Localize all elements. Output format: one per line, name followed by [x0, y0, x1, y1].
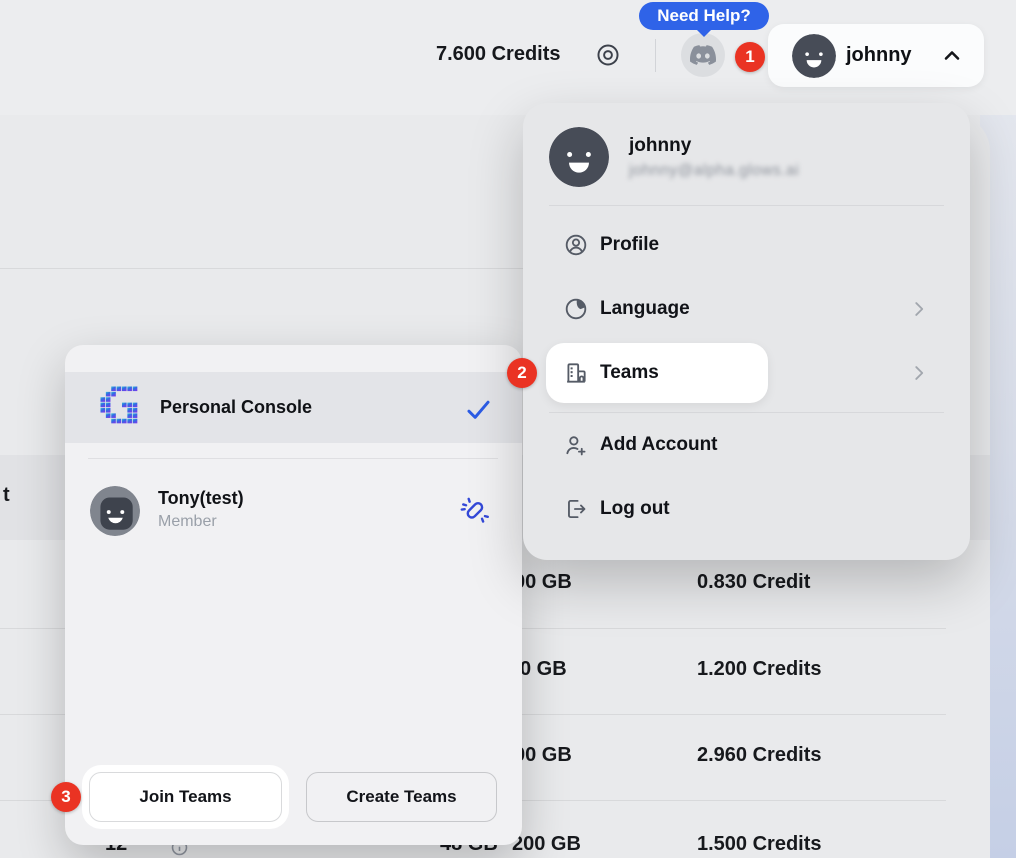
menu-item-label: Profile	[600, 234, 659, 256]
user-plus-icon	[563, 432, 589, 458]
table-cell-price: 0.830 Credit	[697, 571, 810, 594]
unlink-icon[interactable]	[459, 495, 489, 525]
discord-icon	[690, 42, 716, 68]
table-cell-storage: 00 GB	[514, 744, 572, 767]
credits-balance: 7.600 Credits	[436, 43, 561, 66]
chevron-right-icon	[908, 362, 930, 384]
menu-item-add-account[interactable]: Add Account	[523, 413, 970, 477]
menu-item-logout[interactable]: Log out	[523, 477, 970, 541]
table-cell-price: 1.200 Credits	[697, 658, 822, 681]
user-dropdown-menu: johnny johnny@alpha.glows.ai Profile Lan…	[523, 103, 970, 560]
menu-item-label: Add Account	[600, 434, 718, 456]
table-cell-storage: 200 GB	[512, 833, 581, 856]
discord-notification-badge: 1	[735, 42, 765, 72]
user-avatar	[792, 34, 836, 78]
chevron-up-icon	[940, 44, 964, 68]
glows-logo-icon	[100, 386, 143, 429]
teams-building-icon	[563, 360, 589, 386]
table-cell-price: 1.500 Credits	[697, 833, 822, 856]
menu-item-label: Language	[600, 298, 690, 320]
chevron-right-icon	[908, 298, 930, 320]
menu-item-profile[interactable]: Profile	[523, 213, 970, 277]
menu-item-teams[interactable]: Teams	[523, 341, 970, 405]
need-help-tooltip: Need Help?	[639, 2, 769, 30]
user-menu-button[interactable]: johnny	[768, 24, 984, 87]
menu-item-label: Log out	[600, 498, 670, 520]
partial-row-text: t	[3, 484, 10, 507]
join-teams-button[interactable]: Join Teams	[89, 772, 282, 822]
check-icon	[465, 396, 492, 423]
team-role: Member	[158, 513, 244, 531]
need-help-label: Need Help?	[657, 6, 751, 26]
step-badge-2: 2	[507, 358, 537, 388]
team-item-tony[interactable]: Tony(test) Member	[90, 486, 500, 538]
team-name: Tony(test)	[158, 488, 244, 509]
table-cell-price: 2.960 Credits	[697, 744, 822, 767]
dropdown-username: johnny	[629, 135, 799, 157]
profile-icon	[563, 232, 589, 258]
step-badge-3: 3	[51, 782, 81, 812]
topbar-divider	[655, 39, 656, 72]
create-teams-label: Create Teams	[346, 787, 456, 807]
personal-console-item[interactable]: Personal Console	[65, 372, 522, 443]
screen: t 00 GB 0.830 Credit 0 GB 1.200 Credits …	[0, 0, 1016, 858]
join-teams-label: Join Teams	[139, 787, 231, 807]
logout-icon	[563, 496, 589, 522]
discord-button[interactable]	[681, 33, 725, 77]
username-label: johnny	[846, 44, 912, 67]
create-teams-button[interactable]: Create Teams	[306, 772, 497, 822]
table-cell-storage: 0 GB	[520, 658, 567, 681]
panel-divider	[88, 458, 498, 459]
eye-icon[interactable]	[595, 42, 621, 68]
dropdown-profile-header: johnny johnny@alpha.glows.ai	[549, 127, 799, 187]
dropdown-email-blurred: johnny@alpha.glows.ai	[629, 162, 799, 180]
user-avatar	[549, 127, 609, 187]
team-avatar	[90, 486, 140, 536]
dropdown-divider	[549, 205, 944, 206]
menu-item-language[interactable]: Language	[523, 277, 970, 341]
teams-switcher-panel: Personal Console Tony(test) Member	[65, 345, 522, 845]
globe-icon	[563, 296, 589, 322]
menu-item-label: Teams	[600, 362, 659, 384]
personal-console-label: Personal Console	[160, 397, 312, 418]
table-cell-storage: 00 GB	[514, 571, 572, 594]
